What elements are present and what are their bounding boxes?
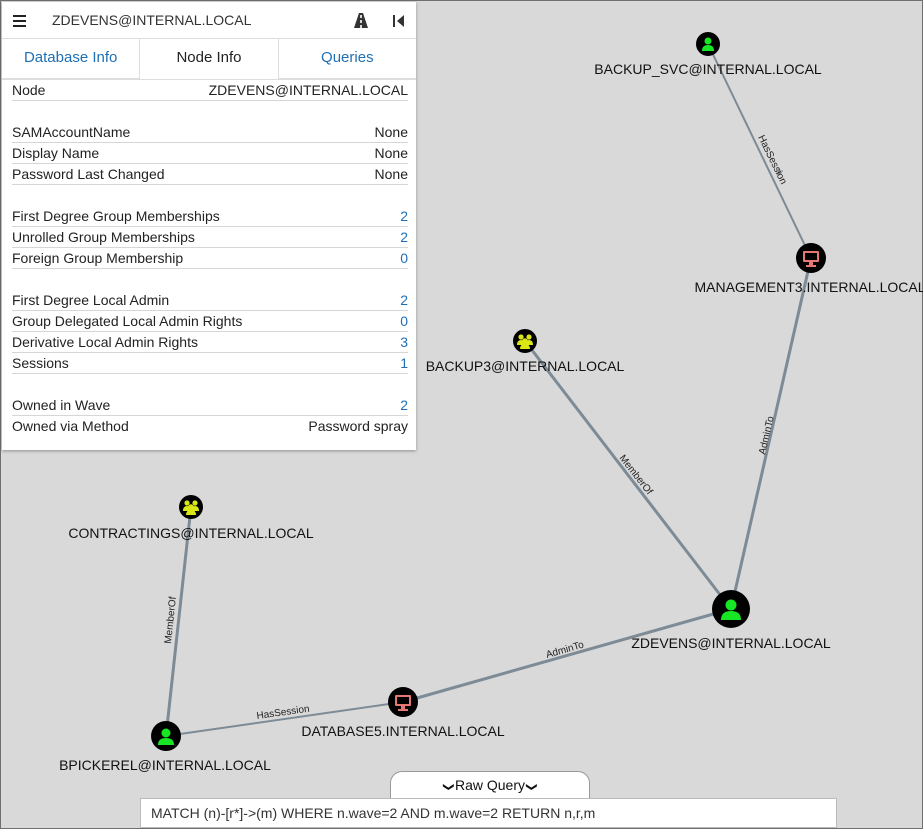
prop-row-sessions: Sessions 1 <box>12 353 408 374</box>
prop-key: Owned in Wave <box>12 397 111 413</box>
prop-key: Node <box>12 82 46 98</box>
prop-value-link[interactable]: 2 <box>400 397 408 413</box>
prop-value: None <box>374 145 408 161</box>
raw-query-input[interactable] <box>141 799 836 827</box>
node-backup-svc[interactable] <box>696 32 720 56</box>
edge-label: AdminTo <box>757 415 777 456</box>
search-input[interactable] <box>44 6 356 34</box>
tab-database-info[interactable]: Database Info <box>2 39 140 79</box>
panel-tabs: Database Info Node Info Queries <box>2 39 416 80</box>
prop-key: Foreign Group Membership <box>12 250 184 266</box>
node-backup3[interactable] <box>513 329 537 353</box>
prop-row-owned-in-wave: Owned in Wave 2 <box>12 395 408 416</box>
prop-value-link[interactable]: 1 <box>400 355 408 371</box>
prop-row-foreign-groups: Foreign Group Membership 0 <box>12 248 408 269</box>
prop-key: SAMAccountName <box>12 124 131 140</box>
node-label: BPICKEREL@INTERNAL.LOCAL <box>59 757 271 773</box>
prop-value: None <box>374 166 408 182</box>
prop-value-link[interactable]: 3 <box>400 334 408 350</box>
node-zdevens[interactable] <box>712 590 750 628</box>
raw-query-toggle[interactable]: ❯Raw Query❯ <box>390 771 590 798</box>
raw-query-box <box>140 798 837 828</box>
node-label: BACKUP_SVC@INTERNAL.LOCAL <box>594 61 822 77</box>
search-bar <box>2 2 416 39</box>
prop-key: Owned via Method <box>12 418 129 434</box>
road-path-icon[interactable] <box>350 10 372 32</box>
prop-key: Sessions <box>12 355 69 371</box>
chevron-down-icon: ❯ <box>525 782 538 792</box>
node-info-panel: Database Info Node Info Queries Node ZDE… <box>2 2 416 450</box>
node-bpickerel[interactable] <box>151 721 181 751</box>
node-properties: Node ZDEVENS@INTERNAL.LOCAL SAMAccountNa… <box>12 80 408 436</box>
prop-row-group-delegated-admin: Group Delegated Local Admin Rights 0 <box>12 311 408 332</box>
prop-row-samaccountname: SAMAccountName None <box>12 122 408 143</box>
edge-label: MemberOf <box>617 453 655 497</box>
node-label: BACKUP3@INTERNAL.LOCAL <box>425 358 625 374</box>
prop-key: Password Last Changed <box>12 166 165 182</box>
prop-key: Unrolled Group Memberships <box>12 229 195 245</box>
prop-value-link[interactable]: 0 <box>400 313 408 329</box>
edge-adminto-database5[interactable] <box>402 607 732 704</box>
prop-value-link[interactable]: 2 <box>400 292 408 308</box>
prop-value: Password spray <box>308 418 408 434</box>
prop-row-owned-via-method: Owned via Method Password spray <box>12 416 408 436</box>
prop-key: First Degree Group Memberships <box>12 208 220 224</box>
node-label: ZDEVENS@INTERNAL.LOCAL <box>631 635 831 651</box>
prop-row-unrolled-groups: Unrolled Group Memberships 2 <box>12 227 408 248</box>
node-label: MANAGEMENT3.INTERNAL.LOCAL <box>694 279 923 295</box>
prop-row-first-degree-groups: First Degree Group Memberships 2 <box>12 206 408 227</box>
node-database5[interactable] <box>388 687 418 717</box>
node-label: CONTRACTINGS@INTERNAL.LOCAL <box>68 525 314 541</box>
prop-value-link[interactable]: 2 <box>400 229 408 245</box>
hamburger-icon[interactable] <box>10 9 32 31</box>
prop-row-password-last-changed: Password Last Changed None <box>12 164 408 185</box>
prop-value-link[interactable]: 2 <box>400 208 408 224</box>
edge-label: AdminTo <box>545 639 586 660</box>
prop-value: None <box>374 124 408 140</box>
prop-key: Display Name <box>12 145 100 161</box>
prop-key: First Degree Local Admin <box>12 292 170 308</box>
chevron-down-icon: ❯ <box>442 782 455 792</box>
node-contractings[interactable] <box>179 495 203 519</box>
prop-row-derivative-admin: Derivative Local Admin Rights 3 <box>12 332 408 353</box>
prop-key: Group Delegated Local Admin Rights <box>12 313 243 329</box>
prop-value: ZDEVENS@INTERNAL.LOCAL <box>208 82 408 98</box>
node-label: DATABASE5.INTERNAL.LOCAL <box>301 723 505 739</box>
prop-row-first-degree-admin: First Degree Local Admin 2 <box>12 290 408 311</box>
raw-query-label: Raw Query <box>454 777 526 793</box>
tab-queries[interactable]: Queries <box>278 39 416 79</box>
prop-row-display-name: Display Name None <box>12 143 408 164</box>
edge-memberof-backup3[interactable] <box>523 340 733 610</box>
prop-value-link[interactable]: 0 <box>400 250 408 266</box>
collapse-left-icon[interactable] <box>389 11 409 31</box>
tab-node-info[interactable]: Node Info <box>139 39 279 79</box>
prop-row-node: Node ZDEVENS@INTERNAL.LOCAL <box>12 80 408 101</box>
node-management3[interactable] <box>796 243 826 273</box>
prop-key: Derivative Local Admin Rights <box>12 334 198 350</box>
